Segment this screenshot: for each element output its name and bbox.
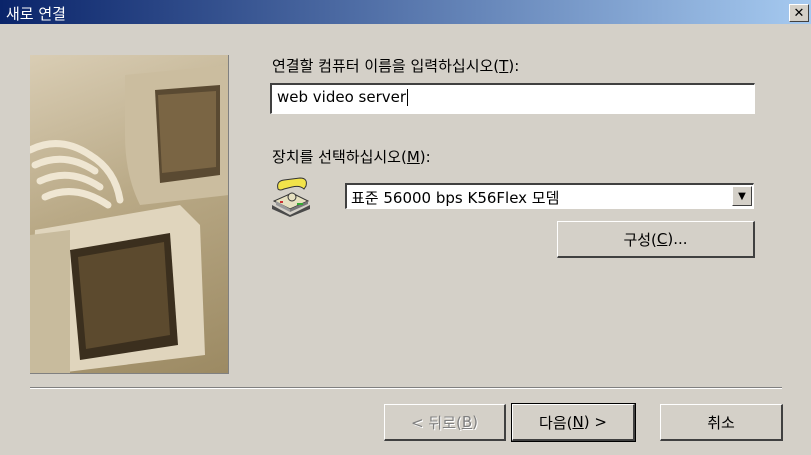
window-title: 새로 연결 bbox=[6, 5, 66, 23]
computer-name-input[interactable]: web video server bbox=[270, 83, 755, 114]
computer-name-label: 연결할 컴퓨터 이름을 입력하십시오(T): bbox=[272, 57, 520, 75]
configure-button[interactable]: 구성(C)... bbox=[557, 221, 755, 258]
back-button[interactable]: < 뒤로(B) bbox=[384, 404, 506, 441]
text-caret bbox=[407, 89, 409, 106]
device-label: 장치를 선택하십시오(M): bbox=[272, 148, 431, 166]
telephone-modem-icon bbox=[270, 175, 312, 217]
device-select-value: 표준 56000 bps K56Flex 모뎀 bbox=[351, 189, 560, 207]
title-bar: 새로 연결 ✕ bbox=[0, 0, 811, 24]
device-select[interactable]: 표준 56000 bps K56Flex 모뎀 ▼ bbox=[345, 183, 754, 209]
dropdown-button[interactable]: ▼ bbox=[732, 186, 752, 206]
chevron-down-icon: ▼ bbox=[738, 190, 746, 202]
cancel-button[interactable]: 취소 bbox=[660, 404, 783, 441]
next-button[interactable]: 다음(N) > bbox=[511, 403, 636, 442]
close-icon: ✕ bbox=[793, 5, 805, 21]
close-button[interactable]: ✕ bbox=[789, 4, 809, 22]
computer-monitors-illustration bbox=[30, 55, 229, 374]
separator bbox=[30, 387, 782, 389]
